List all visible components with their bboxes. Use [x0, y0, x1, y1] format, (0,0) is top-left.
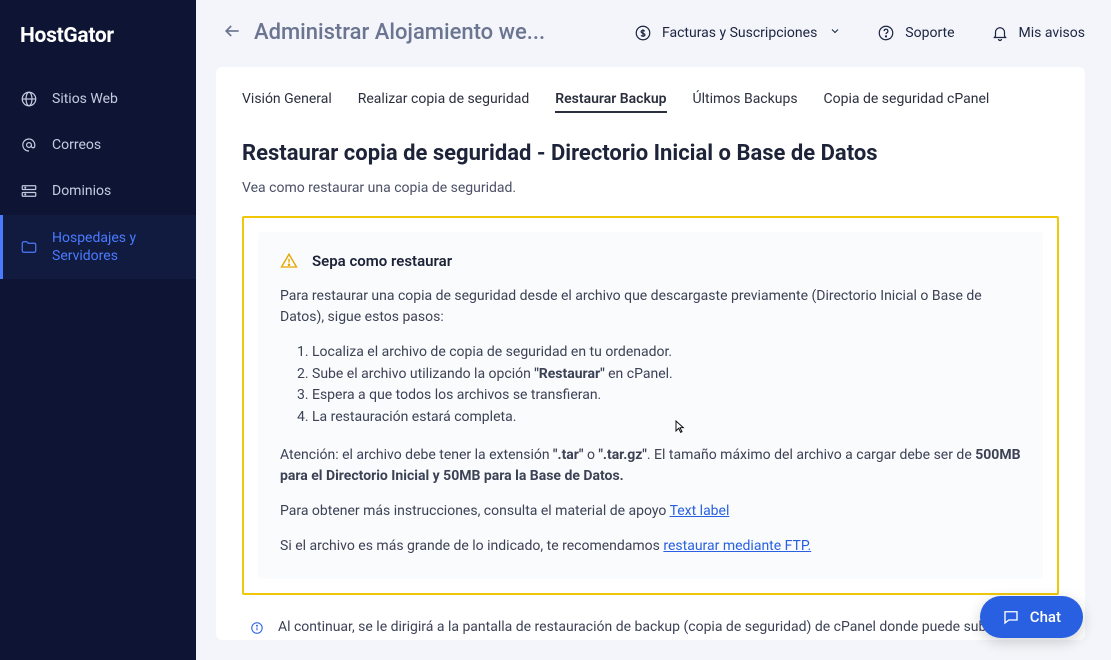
- page-subtitle: Vea como restaurar una copia de segurida…: [242, 180, 1059, 196]
- alerts-link[interactable]: Mis avisos: [991, 24, 1085, 42]
- info-circle-icon: [250, 619, 264, 637]
- tabs: Visión General Realizar copia de segurid…: [242, 91, 1059, 113]
- back-arrow-icon[interactable]: [222, 21, 242, 44]
- topbar: Administrar Alojamiento we... Facturas y…: [196, 0, 1111, 57]
- billing-menu[interactable]: Facturas y Suscripciones: [634, 24, 841, 42]
- support-link-label: Soporte: [905, 25, 954, 41]
- page-title: Restaurar copia de seguridad - Directori…: [242, 141, 1059, 166]
- sidebar-item-hosting[interactable]: Hospedajes y Servidores: [0, 215, 196, 279]
- warning-attention: Atención: el archivo debe tener la exten…: [280, 445, 1021, 487]
- warning-triangle-icon: [280, 252, 298, 270]
- main-area: Administrar Alojamiento we... Facturas y…: [196, 0, 1111, 660]
- support-link[interactable]: Soporte: [877, 24, 954, 42]
- sidebar-item-label: Dominios: [52, 182, 111, 200]
- restore-ftp-link[interactable]: restaurar mediante FTP.: [663, 538, 811, 554]
- content-card: Visión General Realizar copia de segurid…: [216, 67, 1085, 640]
- globe-icon: [20, 90, 38, 108]
- help-circle-icon: [877, 24, 895, 42]
- server-icon: [20, 182, 38, 200]
- sidebar-item-sites[interactable]: Sitios Web: [0, 76, 196, 122]
- tab-overview[interactable]: Visión General: [242, 91, 332, 113]
- step-2: Sube el archivo utilizando la opción "Re…: [312, 364, 1021, 386]
- sidebar-item-mail[interactable]: Correos: [0, 122, 196, 168]
- sidebar-item-label: Sitios Web: [52, 90, 118, 108]
- step-1: Localiza el archivo de copia de segurida…: [312, 342, 1021, 364]
- chat-fab-label: Chat: [1030, 608, 1061, 626]
- breadcrumb-title: Administrar Alojamiento we...: [254, 20, 545, 45]
- tab-backup[interactable]: Realizar copia de seguridad: [358, 91, 530, 113]
- brand-logo: HostGator: [0, 0, 196, 76]
- tab-restore[interactable]: Restaurar Backup: [555, 91, 666, 113]
- warning-panel: Sepa como restaurar Para restaurar una c…: [242, 216, 1059, 595]
- chevron-down-icon: [829, 25, 841, 40]
- chat-icon: [1002, 608, 1020, 626]
- warning-title: Sepa como restaurar: [312, 252, 452, 270]
- warning-intro: Para restaurar una copia de seguridad de…: [280, 286, 1021, 328]
- sidebar-item-label: Correos: [52, 136, 101, 154]
- dollar-circle-icon: [634, 24, 652, 42]
- step-4: La restauración estará completa.: [312, 407, 1021, 429]
- folder-icon: [20, 238, 38, 256]
- warning-moreinfo: Para obtener más instrucciones, consulta…: [280, 501, 1021, 522]
- bell-icon: [991, 24, 1009, 42]
- info-text: Al continuar, se le dirigirá a la pantal…: [278, 617, 1055, 640]
- info-panel: Al continuar, se le dirigirá a la pantal…: [242, 613, 1059, 640]
- warning-ftp: Si el archivo es más grande de lo indica…: [280, 536, 1021, 557]
- sidebar-item-label: Hospedajes y Servidores: [52, 229, 176, 265]
- sidebar-item-domains[interactable]: Dominios: [0, 168, 196, 214]
- chat-fab[interactable]: Chat: [980, 596, 1083, 638]
- tab-cpanel-backup[interactable]: Copia de seguridad cPanel: [824, 91, 990, 113]
- alerts-link-label: Mis avisos: [1019, 25, 1085, 41]
- support-material-link[interactable]: Text label: [670, 503, 730, 519]
- at-icon: [20, 136, 38, 154]
- billing-menu-label: Facturas y Suscripciones: [662, 25, 817, 41]
- warning-steps: Localiza el archivo de copia de segurida…: [280, 342, 1021, 429]
- tab-latest[interactable]: Últimos Backups: [693, 91, 798, 113]
- step-3: Espera a que todos los archivos se trans…: [312, 385, 1021, 407]
- sidebar: HostGator Sitios Web Correos Dominios Ho…: [0, 0, 196, 660]
